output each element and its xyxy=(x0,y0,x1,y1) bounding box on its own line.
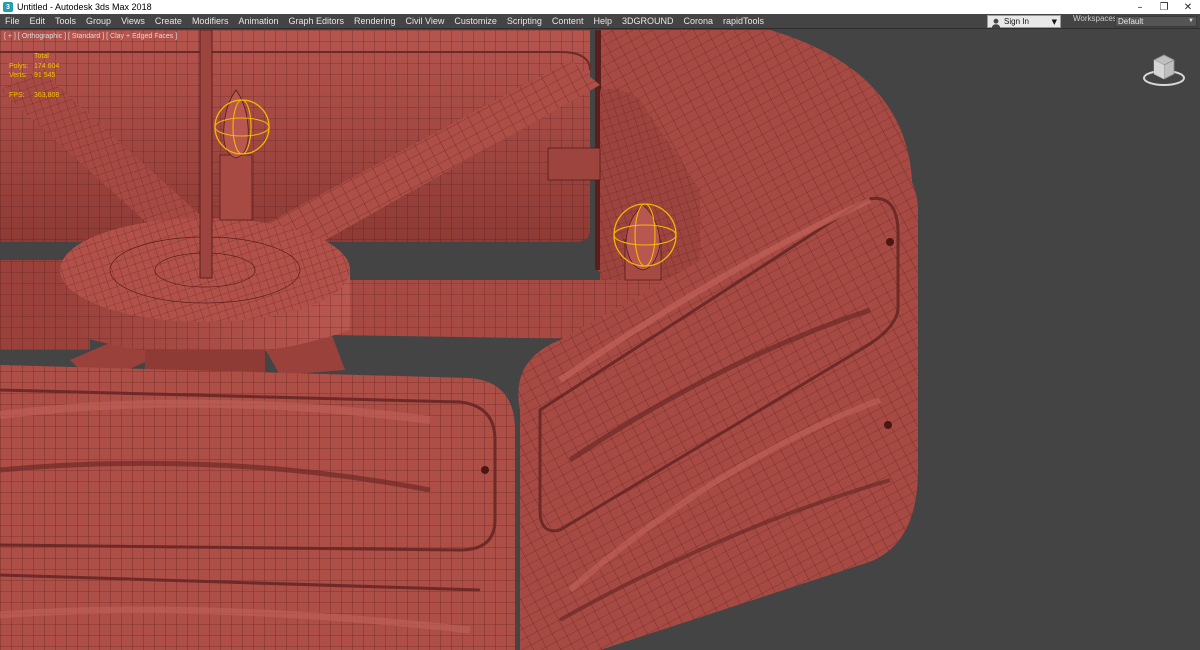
menu-item-help[interactable]: Help xyxy=(588,14,617,29)
scene-render xyxy=(0,30,918,650)
menu-item-views[interactable]: Views xyxy=(116,14,150,29)
menu-item-create[interactable]: Create xyxy=(150,14,187,29)
stats-key: FPS: xyxy=(9,91,25,99)
menu-item-civil-view[interactable]: Civil View xyxy=(401,14,450,29)
close-button[interactable]: ✕ xyxy=(1176,0,1200,14)
viewport-label[interactable]: [ + ] [ Orthographic ] [ Standard ] [ Cl… xyxy=(4,33,177,40)
workspaces-value: Default xyxy=(1118,17,1144,26)
title-bar: 3 Untitled - Autodesk 3ds Max 2018 – ❐ ✕ xyxy=(0,0,1200,14)
viewport-statistics: Total Polys: 174 604 Verts: 91 545 FPS: … xyxy=(9,52,59,100)
chevron-down-icon: ▼ xyxy=(1051,17,1057,26)
menu-item-modifiers[interactable]: Modifiers xyxy=(187,14,234,29)
user-icon xyxy=(991,16,1001,29)
app-window: 3 Untitled - Autodesk 3ds Max 2018 – ❐ ✕… xyxy=(0,0,1200,650)
menu-bar: File Edit Tools Group Views Create Modifiers An… xyxy=(0,14,1200,29)
pole xyxy=(199,30,213,279)
window-title: Untitled - Autodesk 3ds Max 2018 xyxy=(17,2,152,12)
stats-value: 91 545 xyxy=(34,72,56,80)
menu-items: File Edit Tools Group Views Create Modifiers An… xyxy=(0,14,769,29)
stats-row-polys: Polys: 174 604 xyxy=(9,62,59,72)
seat-cushion-left xyxy=(0,365,515,650)
menu-item-group[interactable]: Group xyxy=(81,14,116,29)
sign-in-button[interactable]: Sign In ▼ xyxy=(987,15,1061,29)
menu-item-rapidtools[interactable]: rapidTools xyxy=(718,14,769,29)
stats-value: 363,808 xyxy=(34,91,60,99)
clip xyxy=(547,147,601,181)
viewcube-icon[interactable] xyxy=(1140,50,1188,90)
menu-item-animation[interactable]: Animation xyxy=(233,14,283,29)
menu-item-3dground[interactable]: 3DGROUND xyxy=(617,14,679,29)
window-controls: – ❐ ✕ xyxy=(1128,0,1200,14)
chevron-down-icon: ▼ xyxy=(1188,18,1194,24)
stats-key: Verts: xyxy=(9,72,27,80)
menu-item-content[interactable]: Content xyxy=(547,14,589,29)
menu-item-edit[interactable]: Edit xyxy=(25,14,51,29)
sign-in-label: Sign In xyxy=(1004,17,1029,26)
workspaces-label: Workspaces: xyxy=(1073,14,1120,23)
menu-item-corona[interactable]: Corona xyxy=(678,14,718,29)
minimize-button[interactable]: – xyxy=(1128,0,1152,14)
restore-button[interactable]: ❐ xyxy=(1152,0,1176,14)
menu-item-rendering[interactable]: Rendering xyxy=(349,14,401,29)
stats-header: Total xyxy=(34,53,49,60)
stats-row-fps: FPS: 363,808 xyxy=(9,91,59,101)
menu-item-customize[interactable]: Customize xyxy=(449,14,502,29)
menu-item-scripting[interactable]: Scripting xyxy=(502,14,547,29)
workspaces-dropdown[interactable]: Default ▼ xyxy=(1115,16,1197,27)
menu-item-graph-editors[interactable]: Graph Editors xyxy=(283,14,349,29)
menu-item-tools[interactable]: Tools xyxy=(50,14,81,29)
stats-key: Polys: xyxy=(9,62,29,70)
stats-value: 174 604 xyxy=(34,62,60,70)
stats-row-verts: Verts: 91 545 xyxy=(9,71,59,81)
menu-item-file[interactable]: File xyxy=(0,14,25,29)
app-icon[interactable]: 3 xyxy=(3,2,13,12)
perspective-viewport[interactable]: [ + ] [ Orthographic ] [ Standard ] [ Cl… xyxy=(0,30,1200,650)
